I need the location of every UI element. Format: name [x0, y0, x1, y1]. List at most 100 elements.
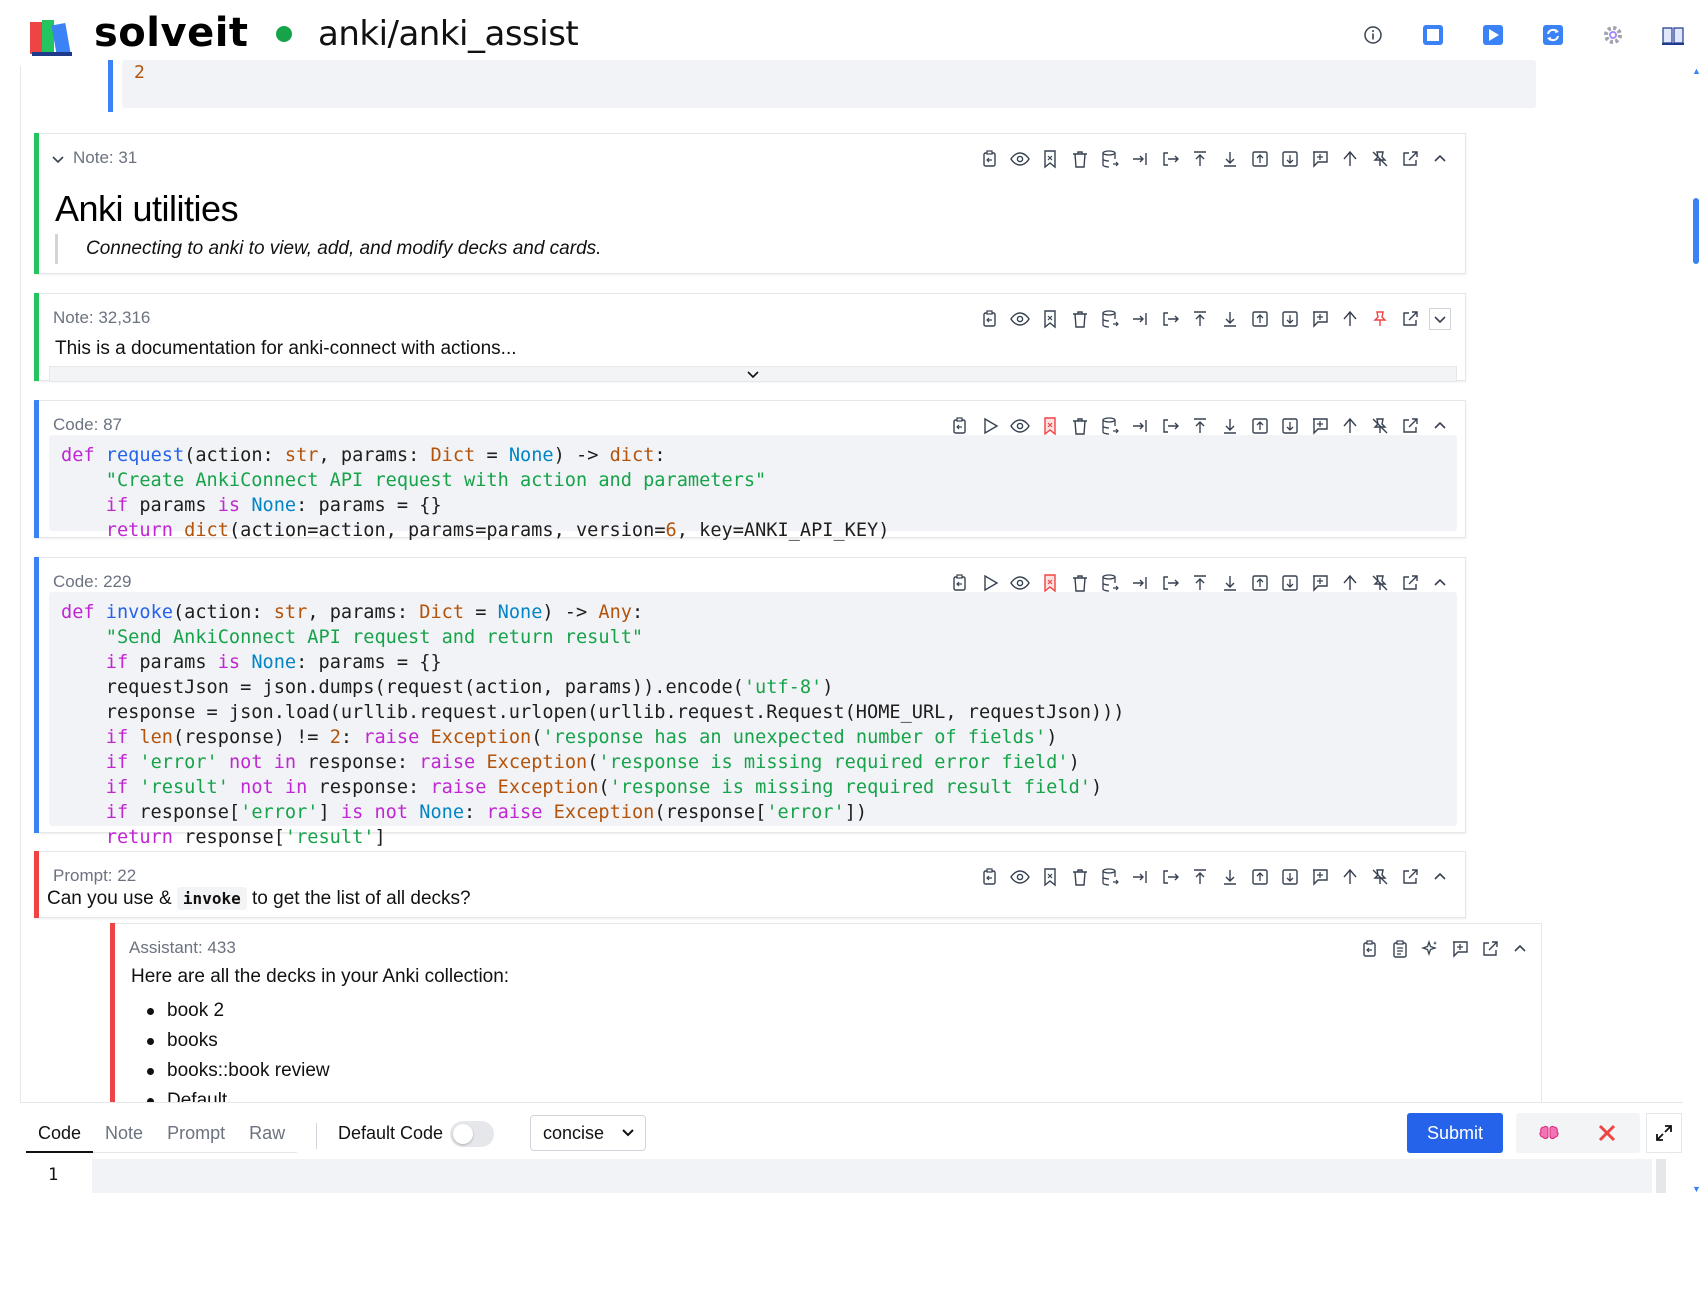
copy-icon[interactable] — [979, 308, 1001, 330]
stop-icon[interactable] — [1403, 20, 1463, 50]
code-editor[interactable]: def request(action: str, params: Dict = … — [49, 435, 1457, 541]
move-to-top-icon[interactable] — [1189, 866, 1211, 888]
note-cell-32316[interactable]: Note: 32,316 This is a documentation for… — [34, 293, 1466, 382]
clipboard-icon[interactable] — [1389, 938, 1411, 960]
copy-icon[interactable] — [979, 148, 1001, 170]
move-out-icon[interactable] — [1159, 148, 1181, 170]
move-to-bottom-icon[interactable] — [1219, 866, 1241, 888]
settings-icon[interactable] — [1583, 20, 1643, 50]
chevron-up-icon[interactable] — [1429, 572, 1451, 594]
chevron-up-icon[interactable] — [1429, 148, 1451, 170]
open-external-icon[interactable] — [1479, 938, 1501, 960]
bookmark-icon[interactable] — [1039, 308, 1061, 330]
move-to-bottom-icon[interactable] — [1219, 148, 1241, 170]
open-external-icon[interactable] — [1399, 415, 1421, 437]
move-to-bottom-icon[interactable] — [1219, 572, 1241, 594]
merge-up-icon[interactable] — [1339, 415, 1361, 437]
tab-note[interactable]: Note — [93, 1117, 155, 1153]
insert-above-icon[interactable] — [1249, 866, 1271, 888]
run-cell-icon[interactable] — [979, 572, 1001, 594]
eye-icon[interactable] — [1009, 866, 1031, 888]
run-icon[interactable] — [1463, 20, 1523, 50]
prompt-cell-22[interactable]: Prompt: 22 Can you use & invoke to get t… — [34, 851, 1466, 918]
open-external-icon[interactable] — [1399, 308, 1421, 330]
comment-plus-icon[interactable] — [1309, 148, 1331, 170]
move-in-icon[interactable] — [1129, 572, 1151, 594]
insert-above-icon[interactable] — [1249, 308, 1271, 330]
move-in-icon[interactable] — [1129, 866, 1151, 888]
comment-plus-icon[interactable] — [1309, 866, 1331, 888]
cancel-button[interactable] — [1574, 1113, 1640, 1153]
move-to-top-icon[interactable] — [1189, 148, 1211, 170]
book-icon[interactable] — [1643, 20, 1703, 50]
merge-up-icon[interactable] — [1339, 572, 1361, 594]
code-cell-87[interactable]: Code: 87 def request(action: str, params… — [34, 400, 1466, 541]
move-out-icon[interactable] — [1159, 866, 1181, 888]
move-out-icon[interactable] — [1159, 308, 1181, 330]
pin-off-icon[interactable] — [1369, 866, 1391, 888]
assistant-cell-433[interactable]: Assistant: 433 Here are all the decks in… — [110, 923, 1542, 1114]
mode-select[interactable]: concise — [530, 1115, 646, 1151]
open-external-icon[interactable] — [1399, 866, 1421, 888]
move-to-top-icon[interactable] — [1189, 308, 1211, 330]
editor-scrollbar[interactable] — [1656, 1159, 1666, 1193]
trash-icon[interactable] — [1069, 866, 1091, 888]
chevron-up-icon[interactable] — [1509, 938, 1531, 960]
tab-code[interactable]: Code — [26, 1117, 94, 1153]
insert-below-icon[interactable] — [1279, 866, 1301, 888]
insert-below-icon[interactable] — [1279, 572, 1301, 594]
copy-icon[interactable] — [979, 866, 1001, 888]
move-in-icon[interactable] — [1129, 415, 1151, 437]
move-to-top-icon[interactable] — [1189, 572, 1211, 594]
move-out-icon[interactable] — [1159, 572, 1181, 594]
open-external-icon[interactable] — [1399, 572, 1421, 594]
insert-above-icon[interactable] — [1249, 415, 1271, 437]
move-out-icon[interactable] — [1159, 415, 1181, 437]
pin-off-icon[interactable] — [1369, 415, 1391, 437]
pin-icon[interactable] — [1369, 308, 1391, 330]
scroll-up-icon[interactable]: ▲ — [1692, 66, 1701, 76]
editor-input-line[interactable]: 1 — [20, 1159, 1683, 1193]
insert-below-icon[interactable] — [1279, 308, 1301, 330]
run-cell-icon[interactable] — [979, 415, 1001, 437]
database-icon[interactable] — [1099, 572, 1121, 594]
insert-above-icon[interactable] — [1249, 572, 1271, 594]
code-input-area[interactable] — [92, 1159, 1652, 1193]
copy-icon[interactable] — [949, 415, 971, 437]
database-icon[interactable] — [1099, 866, 1121, 888]
notebook-scrollbar[interactable]: ▲ ▼ — [1689, 66, 1703, 1196]
move-in-icon[interactable] — [1129, 308, 1151, 330]
insert-below-icon[interactable] — [1279, 415, 1301, 437]
trash-icon[interactable] — [1069, 308, 1091, 330]
eye-icon[interactable] — [1009, 572, 1031, 594]
sparkles-icon[interactable] — [1419, 938, 1441, 960]
tab-prompt[interactable]: Prompt — [155, 1117, 237, 1153]
database-icon[interactable] — [1099, 308, 1121, 330]
merge-up-icon[interactable] — [1339, 148, 1361, 170]
tab-raw[interactable]: Raw — [237, 1117, 297, 1153]
trash-icon[interactable] — [1069, 148, 1091, 170]
move-in-icon[interactable] — [1129, 148, 1151, 170]
expand-editor-button[interactable] — [1646, 1113, 1682, 1153]
think-button[interactable] — [1516, 1113, 1582, 1153]
move-to-top-icon[interactable] — [1189, 415, 1211, 437]
bookmark-icon[interactable] — [1039, 866, 1061, 888]
chevron-down-icon[interactable] — [1429, 308, 1451, 330]
bookmark-icon[interactable] — [1039, 415, 1061, 437]
default-code-toggle[interactable] — [450, 1121, 494, 1147]
code-editor[interactable]: def invoke(action: str, params: Dict = N… — [49, 592, 1457, 848]
insert-above-icon[interactable] — [1249, 148, 1271, 170]
comment-plus-icon[interactable] — [1449, 938, 1471, 960]
pin-off-icon[interactable] — [1369, 572, 1391, 594]
expand-note-bar[interactable] — [49, 366, 1457, 382]
eye-icon[interactable] — [1009, 415, 1031, 437]
pin-off-icon[interactable] — [1369, 148, 1391, 170]
note-cell-31[interactable]: Note: 31 Anki utilities Connecting to an… — [34, 133, 1466, 274]
chevron-up-icon[interactable] — [1429, 415, 1451, 437]
sync-icon[interactable] — [1523, 20, 1583, 50]
copy-icon[interactable] — [949, 572, 971, 594]
scroll-down-icon[interactable]: ▼ — [1692, 1184, 1701, 1194]
merge-up-icon[interactable] — [1339, 866, 1361, 888]
bookmark-icon[interactable] — [1039, 148, 1061, 170]
comment-plus-icon[interactable] — [1309, 572, 1331, 594]
